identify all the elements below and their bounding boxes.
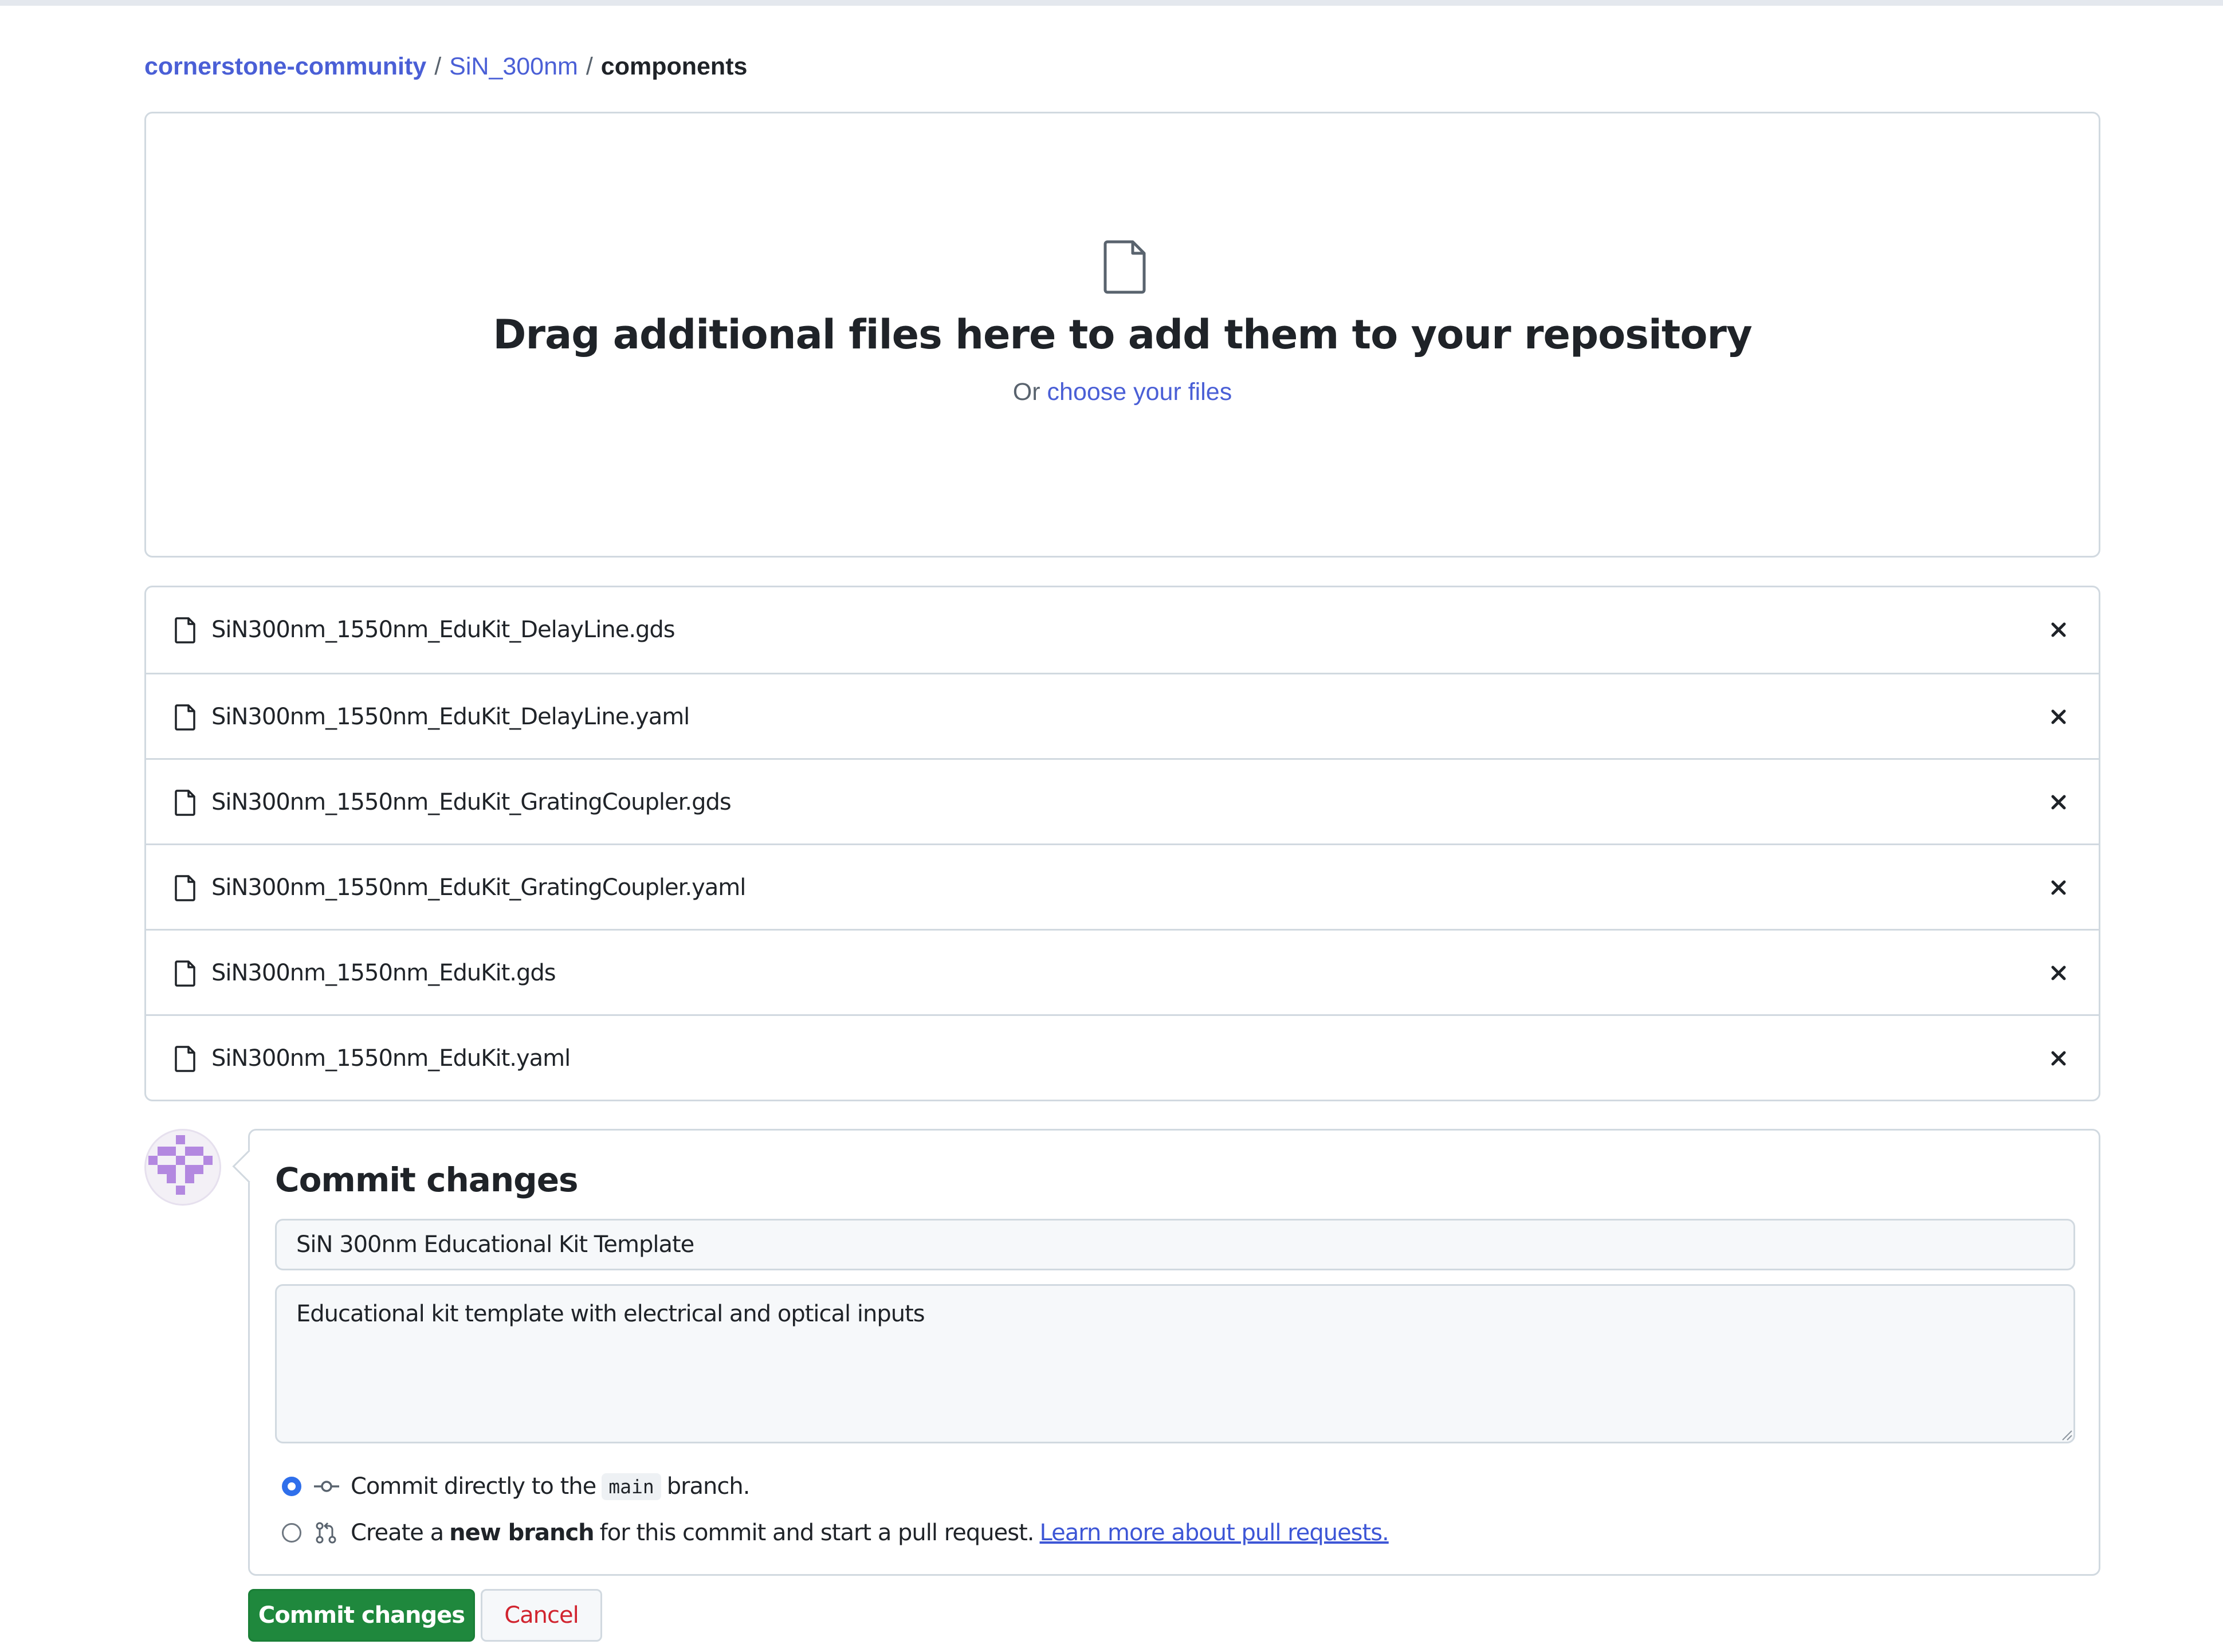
- avatar: [144, 1129, 221, 1206]
- breadcrumb-separator: /: [434, 53, 442, 80]
- file-row: SiN300nm_1550nm_EduKit_DelayLine.gds: [146, 587, 2099, 673]
- remove-file-close-icon[interactable]: [2043, 957, 2075, 989]
- dropzone-or-text: Or: [1012, 378, 1040, 406]
- new-branch-bold-text: new branch: [449, 1520, 594, 1546]
- remove-file-close-icon[interactable]: [2043, 1042, 2075, 1074]
- remove-file-close-icon[interactable]: [2043, 701, 2075, 733]
- git-commit-icon: [314, 1481, 339, 1492]
- breadcrumb-current-folder: components: [600, 53, 748, 80]
- commit-direct-text: Commit directly to the: [351, 1473, 596, 1500]
- file-icon: [175, 960, 195, 987]
- commit-description-textarea[interactable]: Educational kit template with electrical…: [275, 1284, 2075, 1443]
- file-name: SiN300nm_1550nm_EduKit_GratingCoupler.ya…: [211, 874, 746, 901]
- file-name: SiN300nm_1550nm_EduKit.yaml: [211, 1045, 571, 1072]
- file-row: SiN300nm_1550nm_EduKit.yaml: [146, 1014, 2099, 1100]
- commit-heading: Commit changes: [275, 1160, 579, 1199]
- breadcrumb-owner-link[interactable]: cornerstone-community: [144, 53, 426, 80]
- remove-file-close-icon[interactable]: [2043, 614, 2075, 646]
- top-border: [0, 0, 2223, 6]
- new-branch-option[interactable]: Create a new branch for this commit and …: [282, 1516, 1389, 1550]
- file-name: SiN300nm_1550nm_EduKit_GratingCoupler.gd…: [211, 789, 732, 815]
- file-dropzone[interactable]: Drag additional files here to add them t…: [144, 112, 2100, 558]
- file-row: SiN300nm_1550nm_EduKit.gds: [146, 929, 2099, 1014]
- file-name: SiN300nm_1550nm_EduKit_DelayLine.gds: [211, 617, 675, 643]
- breadcrumb: cornerstone-community / SiN_300nm / componen…: [144, 49, 747, 84]
- breadcrumb-separator: /: [586, 53, 593, 80]
- breadcrumb-repo-link[interactable]: SiN_300nm: [449, 53, 578, 80]
- file-name: SiN300nm_1550nm_EduKit.gds: [211, 960, 556, 986]
- new-branch-text-before: Create a: [351, 1520, 444, 1546]
- file-row: SiN300nm_1550nm_EduKit_GratingCoupler.ya…: [146, 843, 2099, 929]
- commit-direct-suffix: branch.: [666, 1473, 751, 1500]
- new-branch-text-after: for this commit and start a pull request…: [599, 1520, 1035, 1546]
- file-icon: [175, 790, 195, 816]
- file-icon: [175, 704, 195, 731]
- remove-file-close-icon[interactable]: [2043, 872, 2075, 904]
- resize-handle-icon[interactable]: [2060, 1429, 2073, 1441]
- commit-direct-radio[interactable]: [282, 1477, 301, 1496]
- commit-changes-panel: Commit changes Educational kit template …: [232, 1129, 2100, 1576]
- commit-summary-input[interactable]: [275, 1219, 2075, 1270]
- remove-file-close-icon[interactable]: [2043, 786, 2075, 818]
- choose-files-link[interactable]: choose your files: [1047, 378, 1232, 406]
- identicon-icon: [148, 1135, 213, 1195]
- panel-caret: [232, 1149, 266, 1183]
- file-name: SiN300nm_1550nm_EduKit_DelayLine.yaml: [211, 704, 690, 730]
- branch-name-badge: main: [602, 1473, 661, 1500]
- dropzone-subtitle: Or choose your files: [146, 378, 2099, 406]
- file-icon: [175, 1046, 195, 1072]
- commit-direct-option[interactable]: Commit directly to the main branch.: [282, 1469, 751, 1504]
- file-icon: [175, 875, 195, 901]
- new-branch-radio[interactable]: [282, 1523, 301, 1543]
- learn-more-pull-requests-link[interactable]: Learn more about pull requests.: [1040, 1520, 1389, 1546]
- file-row: SiN300nm_1550nm_EduKit_DelayLine.yaml: [146, 673, 2099, 758]
- file-icon: [175, 617, 195, 643]
- file-icon: [1103, 240, 1146, 294]
- cancel-button[interactable]: Cancel: [481, 1589, 602, 1642]
- commit-changes-button[interactable]: Commit changes: [248, 1589, 475, 1642]
- dropzone-title: Drag additional files here to add them t…: [493, 311, 1752, 358]
- git-pull-request-icon: [316, 1522, 336, 1544]
- uploaded-file-list: SiN300nm_1550nm_EduKit_DelayLine.gds SiN3…: [144, 586, 2100, 1101]
- file-row: SiN300nm_1550nm_EduKit_GratingCoupler.gd…: [146, 758, 2099, 843]
